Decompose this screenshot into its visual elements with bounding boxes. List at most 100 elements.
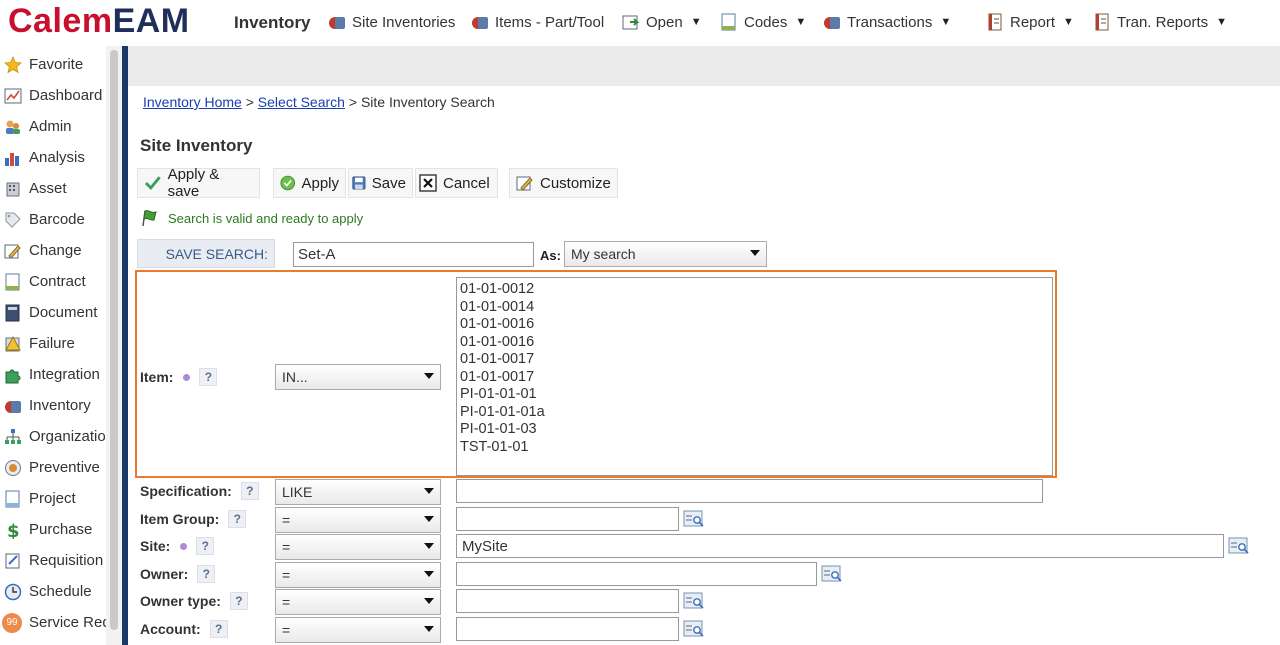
item-value-line: 01-01-0014 <box>460 298 535 315</box>
lookup-icon[interactable] <box>683 620 705 638</box>
item-group-operator-select[interactable]: = <box>275 507 441 533</box>
sidebar: Favorite Dashboard Admin Analysis Asset … <box>0 46 106 645</box>
sidebar-item-dashboard[interactable]: Dashboard <box>0 80 106 111</box>
top-bar: CalemEAM Inventory Site Inventories Item… <box>0 0 1280 46</box>
sidebar-item-asset[interactable]: Asset <box>0 173 106 204</box>
chevron-down-icon <box>424 598 434 604</box>
menu-tran-reports[interactable]: Tran. Reports ▼ <box>1093 13 1227 31</box>
menu-items-part-tool[interactable]: Items - Part/Tool <box>471 13 604 31</box>
site-field-label: Site: ? <box>140 537 215 555</box>
item-group-input[interactable] <box>456 507 679 531</box>
menu-transactions[interactable]: Transactions ▼ <box>823 13 951 31</box>
inventory-icon <box>329 17 345 29</box>
help-icon[interactable]: ? <box>196 537 215 555</box>
lookup-icon[interactable] <box>821 565 843 583</box>
item-value-line: 01-01-0017 <box>460 351 535 367</box>
requisition-icon <box>5 553 20 568</box>
analysis-icon <box>5 152 19 166</box>
save-as-select[interactable]: My search <box>564 241 767 267</box>
sidebar-item-schedule[interactable]: Schedule <box>0 576 106 607</box>
sidebar-item-change[interactable]: Change <box>0 235 106 266</box>
sidebar-item-analysis[interactable]: Analysis <box>0 142 106 173</box>
sidebar-item-admin[interactable]: Admin <box>0 111 106 142</box>
sidebar-scrollbar[interactable] <box>106 46 122 645</box>
specification-operator-select[interactable]: LIKE <box>275 479 441 505</box>
asset-icon <box>6 182 20 196</box>
lookup-icon[interactable] <box>1228 537 1250 555</box>
menu-codes[interactable]: Codes ▼ <box>720 13 806 31</box>
content-header-bar <box>128 46 1280 86</box>
chevron-down-icon: ▼ <box>1063 16 1074 28</box>
help-icon[interactable]: ? <box>240 482 259 500</box>
sidebar-divider[interactable] <box>122 46 128 645</box>
sidebar-item-preventive[interactable]: Preventive <box>0 452 106 483</box>
breadcrumb: Inventory Home > Select Search > Site In… <box>143 94 495 110</box>
menu-open[interactable]: Open ▼ <box>622 13 702 31</box>
save-button[interactable]: Save <box>348 168 413 198</box>
close-icon <box>419 174 437 192</box>
cancel-button[interactable]: Cancel <box>415 168 498 198</box>
app-logo[interactable]: CalemEAM <box>8 2 190 41</box>
breadcrumb-inventory-home-link[interactable]: Inventory Home <box>143 94 242 110</box>
admin-icon <box>6 120 20 134</box>
sidebar-item-requisition[interactable]: Requisition <box>0 545 106 576</box>
sidebar-item-favorite[interactable]: Favorite <box>0 49 106 80</box>
save-search-name-input[interactable] <box>293 242 534 267</box>
checkmark-icon <box>144 176 161 191</box>
inventory-icon <box>5 400 21 413</box>
sidebar-item-integration[interactable]: Integration <box>0 359 106 390</box>
sidebar-item-purchase[interactable]: $ Purchase <box>0 514 106 545</box>
item-value-line: PI-01-01-01 <box>460 386 537 402</box>
lookup-icon[interactable] <box>683 592 705 610</box>
help-icon[interactable]: ? <box>209 620 228 638</box>
sidebar-item-organization[interactable]: Organization <box>0 421 106 452</box>
sidebar-item-project[interactable]: Project <box>0 483 106 514</box>
apply-button[interactable]: Apply <box>273 168 346 198</box>
customize-button[interactable]: Customize <box>509 168 618 198</box>
lookup-icon[interactable] <box>683 510 705 528</box>
owner-operator-select[interactable]: = <box>275 562 441 588</box>
item-value-line: PI-01-01-03 <box>460 421 537 437</box>
owner-type-input[interactable] <box>456 589 679 613</box>
svg-text:$: $ <box>7 521 20 539</box>
sidebar-scrollbar-thumb[interactable] <box>110 50 118 630</box>
sidebar-item-barcode[interactable]: Barcode <box>0 204 106 235</box>
help-icon[interactable]: ? <box>229 592 248 610</box>
specification-input[interactable] <box>456 479 1043 503</box>
item-value-line: PI-01-01-01a <box>460 403 545 420</box>
inventory-icon <box>472 17 488 29</box>
breadcrumb-select-search-link[interactable]: Select Search <box>258 94 345 110</box>
sidebar-item-inventory[interactable]: Inventory <box>0 390 106 421</box>
help-icon[interactable]: ? <box>199 368 218 386</box>
owner-type-operator-select[interactable]: = <box>275 589 441 615</box>
organization-icon <box>5 428 21 444</box>
inventory-icon <box>824 17 840 29</box>
item-value-line: 01-01-0016 <box>460 316 535 332</box>
account-input[interactable] <box>456 617 679 641</box>
sidebar-item-document[interactable]: Document <box>0 297 106 328</box>
item-value-line: 01-01-0016 <box>460 333 535 350</box>
dashboard-icon <box>4 88 22 103</box>
sidebar-item-failure[interactable]: Failure <box>0 328 106 359</box>
help-icon[interactable]: ? <box>197 565 216 583</box>
owner-input[interactable] <box>456 562 817 586</box>
account-operator-select[interactable]: = <box>275 617 441 643</box>
item-operator-select[interactable]: IN... <box>275 364 441 390</box>
status-message: Search is valid and ready to apply <box>140 209 363 227</box>
apply-and-save-button[interactable]: Apply & save <box>137 166 260 200</box>
menu-site-inventories[interactable]: Site Inventories <box>328 13 455 31</box>
specification-field-label: Specification: ? <box>140 482 259 500</box>
menu-report[interactable]: Report ▼ <box>986 13 1074 31</box>
sidebar-item-service-request[interactable]: 99 Service Request <box>0 607 106 638</box>
item-field-label: Item: ? <box>140 368 218 386</box>
barcode-icon <box>5 212 21 228</box>
site-operator-select[interactable]: = <box>275 534 441 560</box>
breadcrumb-current: Site Inventory Search <box>360 94 495 110</box>
item-value-line: 01-01-0012 <box>460 281 535 297</box>
item-values-textarea[interactable]: 01-01-0012 01-01-0014 01-01-0016 01-01-0016… <box>456 277 1053 476</box>
chevron-down-icon <box>424 488 434 494</box>
sidebar-item-contract[interactable]: Contract <box>0 266 106 297</box>
save-search-label: SAVE SEARCH: <box>137 239 275 268</box>
help-icon[interactable]: ? <box>228 510 247 528</box>
site-input[interactable]: MySite <box>456 534 1224 558</box>
